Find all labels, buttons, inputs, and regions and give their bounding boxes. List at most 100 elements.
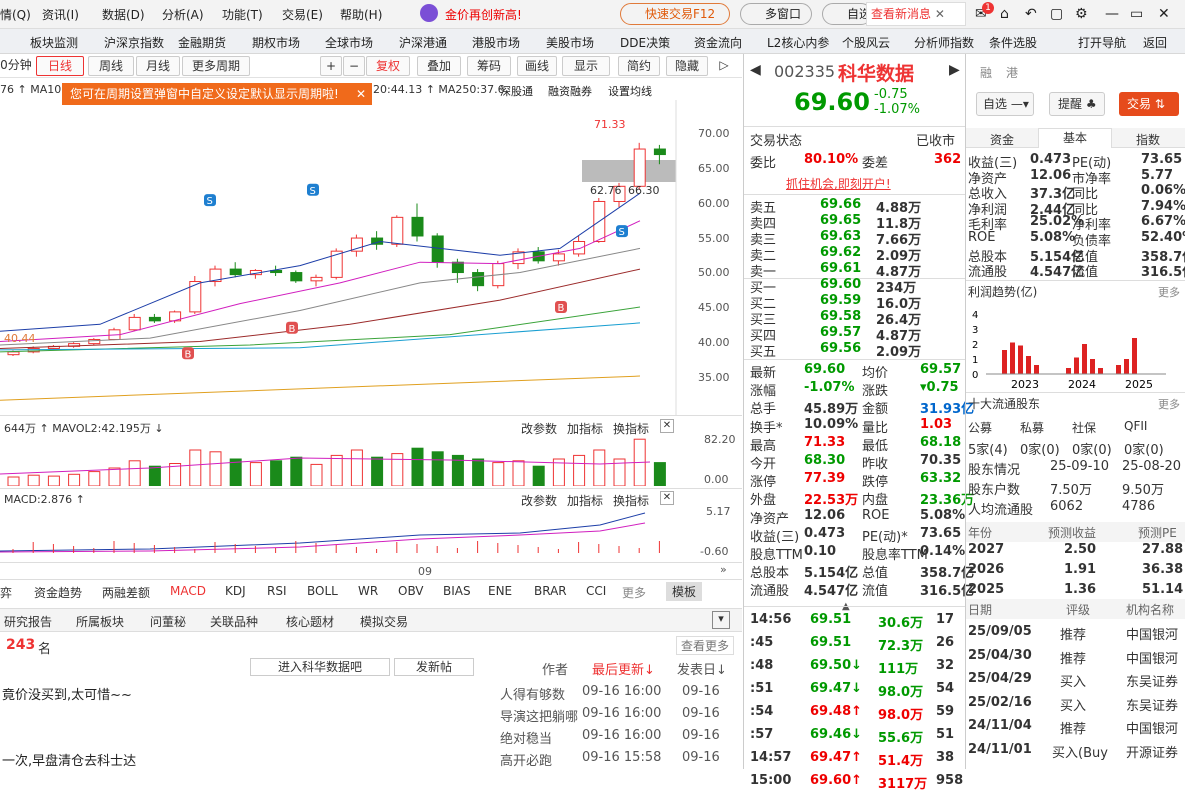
btab[interactable]: 核心题材 — [286, 613, 334, 630]
vol-close-icon[interactable]: ✕ — [660, 419, 674, 433]
nav-item[interactable]: L2核心内参 — [767, 34, 829, 51]
zoom-in-button[interactable]: + — [320, 56, 342, 76]
maximize-icon[interactable]: ▭ — [1130, 6, 1143, 22]
menu-function[interactable]: 功能(T) — [222, 6, 263, 23]
col-posted[interactable]: 发表日↓ — [677, 659, 727, 678]
menu-data[interactable]: 数据(D) — [102, 6, 145, 23]
vol-param[interactable]: 改参数 — [521, 420, 557, 437]
ma-settings[interactable]: 设置均线 — [608, 83, 652, 99]
hide-button[interactable]: 隐藏 — [666, 56, 708, 76]
ind-tab[interactable]: CCI — [586, 584, 606, 598]
period-more[interactable]: 更多周期 — [182, 56, 250, 76]
zoom-out-button[interactable]: − — [343, 56, 365, 76]
scroll-right-icon[interactable]: » — [720, 563, 727, 576]
fast-trade-button[interactable]: 快速交易F12 — [620, 3, 730, 25]
promo-text[interactable]: 金价再创新高! — [445, 6, 522, 23]
news-popup[interactable]: 查看新消息 ✕ — [866, 2, 966, 26]
ind-tab[interactable]: RSI — [267, 584, 287, 598]
nav-item[interactable]: 返回 — [1143, 34, 1167, 51]
ind-tab[interactable]: BOLL — [307, 584, 338, 598]
menu-news[interactable]: 资讯(I) — [42, 6, 79, 23]
ind-tab-macd[interactable]: MACD — [170, 584, 206, 598]
period-day[interactable]: 日线 — [36, 56, 84, 76]
buy-price: 69.60 — [820, 277, 862, 292]
nav-item[interactable]: DDE决策 — [620, 34, 670, 51]
home-icon[interactable]: ⌂ — [1000, 6, 1009, 22]
menu-trade[interactable]: 交易(E) — [282, 6, 323, 23]
open-account-ad[interactable]: 抓住机会,即刻开户! — [786, 175, 891, 192]
post-button[interactable]: 发新帖 — [394, 658, 474, 676]
nav-item[interactable]: 资金流向 — [694, 34, 742, 51]
ind-tab[interactable]: WR — [358, 584, 378, 598]
col-updated[interactable]: 最后更新↓ — [592, 659, 655, 678]
nav-item[interactable]: 沪深港通 — [399, 34, 447, 51]
volume-bar — [47, 475, 60, 486]
close-icon[interactable]: ✕ — [935, 7, 945, 21]
forum-more[interactable]: 查看更多 — [676, 636, 735, 655]
ind-tab[interactable]: BRAR — [534, 584, 567, 598]
period-minute[interactable]: 0分钟 — [0, 56, 32, 76]
nav-item[interactable]: 分析师指数 — [914, 34, 974, 51]
multi-window-button[interactable]: 多窗口 — [740, 3, 812, 25]
ind-tab[interactable]: 弈 — [0, 584, 12, 601]
ind-tab-more[interactable]: 更多 — [622, 584, 646, 601]
enter-forum-button[interactable]: 进入科华数据吧 — [250, 658, 390, 676]
nav-item[interactable]: 全球市场 — [325, 34, 373, 51]
nav-item[interactable]: 个股风云 — [842, 34, 890, 51]
period-month[interactable]: 月线 — [136, 56, 180, 76]
nav-item[interactable]: 港股市场 — [472, 34, 520, 51]
vol-switch[interactable]: 换指标 — [613, 420, 649, 437]
restore-button[interactable]: 复权 — [366, 56, 410, 76]
menu-help[interactable]: 帮助(H) — [340, 6, 382, 23]
nav-item[interactable]: 条件选股 — [989, 34, 1037, 51]
menu-quote[interactable]: 情(Q) — [0, 6, 31, 23]
btab[interactable]: 所属板块 — [76, 613, 124, 630]
nav-item[interactable]: 美股市场 — [546, 34, 594, 51]
simple-button[interactable]: 简约 — [618, 56, 660, 76]
tab-index[interactable]: 指数 — [1136, 131, 1160, 148]
ind-tab[interactable]: ENE — [488, 584, 512, 598]
next-stock-icon[interactable]: ▶ — [949, 62, 960, 78]
btab[interactable]: 问董秘 — [150, 613, 186, 630]
btab[interactable]: 研究报告 — [4, 613, 52, 630]
nav-item[interactable]: 板块监测 — [30, 34, 78, 51]
holders-more[interactable]: 更多 — [1158, 396, 1180, 412]
minimize-icon[interactable]: — — [1105, 6, 1119, 22]
display-button[interactable]: 显示 — [562, 56, 610, 76]
ind-tab[interactable]: 资金趋势 — [34, 584, 82, 601]
ind-tab[interactable]: BIAS — [443, 584, 471, 598]
kline-chart[interactable]: S S B B B S — [0, 100, 740, 415]
collapse-icon[interactable]: ▾ — [712, 611, 730, 629]
tab-capital[interactable]: 资金 — [990, 131, 1014, 148]
expand-icon[interactable]: ▷ — [711, 56, 737, 76]
macd-close-icon[interactable]: ✕ — [660, 491, 674, 505]
vol-add[interactable]: 加指标 — [567, 420, 603, 437]
nav-item[interactable]: 金融期货 — [178, 34, 226, 51]
menu-analysis[interactable]: 分析(A) — [162, 6, 204, 23]
quote-label: 总值 — [862, 566, 889, 582]
draw-line-button[interactable]: 画线 — [517, 56, 557, 76]
ind-tab[interactable]: 两融差额 — [102, 584, 150, 601]
ind-tab[interactable]: KDJ — [225, 584, 246, 598]
nav-item[interactable]: 打开导航 — [1078, 34, 1126, 51]
btab[interactable]: 关联品种 — [210, 613, 258, 630]
settings-icon[interactable]: ⚙ — [1075, 6, 1088, 22]
prev-stock-icon[interactable]: ◀ — [750, 62, 761, 78]
col-author[interactable]: 作者 — [542, 659, 568, 678]
window-close-icon[interactable]: ✕ — [1158, 6, 1170, 22]
chip-button[interactable]: 筹码 — [467, 56, 511, 76]
template-button[interactable]: 模板 — [666, 582, 703, 601]
self-select-button[interactable]: 自选 — [822, 3, 872, 25]
ind-tab[interactable]: OBV — [398, 584, 424, 598]
tag-shenzhen-connect[interactable]: 深股通 — [500, 83, 533, 99]
back-icon[interactable]: ↶ — [1025, 6, 1037, 22]
period-week[interactable]: 周线 — [88, 56, 134, 76]
btab[interactable]: 模拟交易 — [360, 613, 408, 630]
skin-icon[interactable]: ▢ — [1050, 6, 1063, 22]
overlay-button[interactable]: 叠加 — [417, 56, 461, 76]
nav-item[interactable]: 沪深京指数 — [104, 34, 164, 51]
tab-basic[interactable]: 基本 — [1038, 128, 1112, 148]
tag-margin[interactable]: 融资融券 — [548, 83, 592, 99]
profit-more[interactable]: 更多 — [1158, 284, 1180, 300]
nav-item[interactable]: 期权市场 — [252, 34, 300, 51]
